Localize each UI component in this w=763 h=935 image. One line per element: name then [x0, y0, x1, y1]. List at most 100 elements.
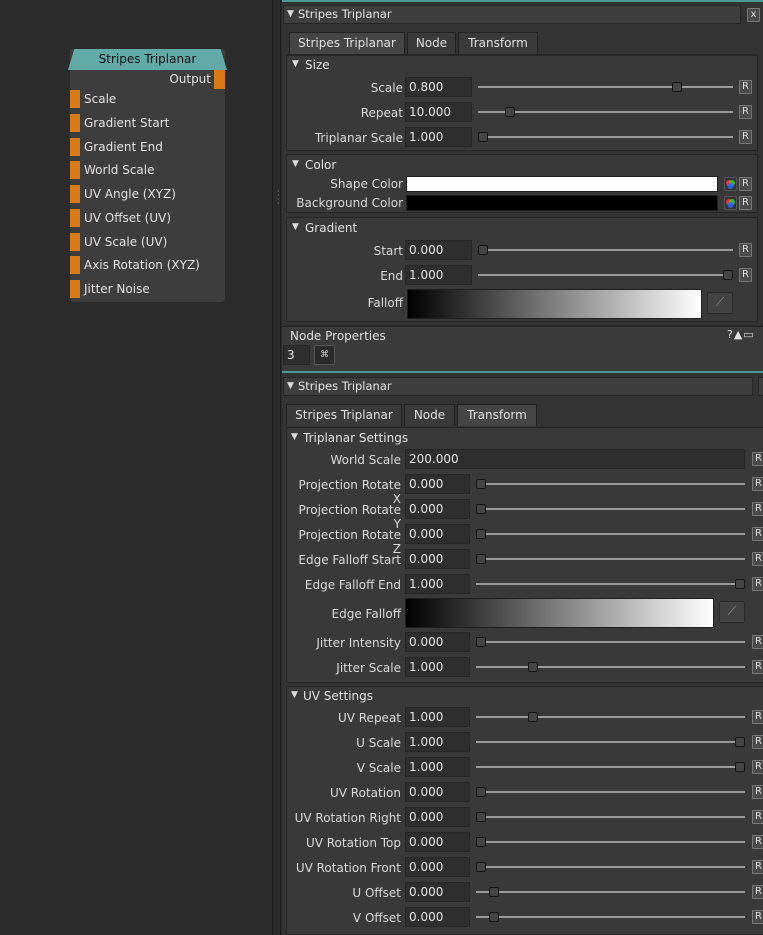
slider-handle[interactable]: [476, 812, 486, 822]
slider-track[interactable]: [476, 508, 745, 510]
slider-track[interactable]: [476, 791, 745, 793]
color-collapse-icon[interactable]: ▼: [292, 159, 299, 169]
slider-track[interactable]: [478, 86, 733, 88]
slider-handle[interactable]: [489, 912, 499, 922]
slider-handle[interactable]: [735, 737, 745, 747]
slider-handle[interactable]: [735, 762, 745, 772]
reset-button[interactable]: R: [752, 527, 763, 541]
world-scale-field[interactable]: 200.000: [405, 449, 745, 469]
input-port[interactable]: [70, 90, 80, 108]
reset-button[interactable]: R: [739, 130, 752, 144]
value-field[interactable]: 0.000: [405, 807, 470, 827]
uv-collapse-icon[interactable]: ▼: [291, 690, 298, 700]
reset-button[interactable]: R: [752, 885, 763, 899]
slider-handle[interactable]: [476, 529, 486, 539]
reset-button[interactable]: R: [752, 785, 763, 799]
slider-handle[interactable]: [723, 270, 733, 280]
tab-2[interactable]: Transform: [458, 32, 538, 54]
gradient-collapse-icon[interactable]: ▼: [292, 222, 299, 232]
tab-2[interactable]: Transform: [457, 404, 537, 426]
slider-track[interactable]: [476, 533, 745, 535]
slider-handle[interactable]: [476, 554, 486, 564]
input-port[interactable]: [70, 232, 80, 251]
bottom-panel-header[interactable]: ▼ Stripes Triplanar: [283, 377, 753, 396]
slider-track[interactable]: [478, 111, 733, 113]
slider-track[interactable]: [476, 483, 745, 485]
curve-edit-icon[interactable]: ⟋: [707, 292, 733, 314]
value-field[interactable]: 0.000: [405, 549, 470, 569]
reset-button[interactable]: R: [752, 910, 763, 924]
reset-button[interactable]: R: [752, 735, 763, 749]
reset-button[interactable]: R: [752, 660, 763, 674]
slider-handle[interactable]: [476, 862, 486, 872]
value-field[interactable]: 1.000: [405, 574, 470, 594]
reset-button[interactable]: R: [739, 177, 752, 191]
curve-edit-icon[interactable]: ⟋: [719, 601, 745, 623]
node-title[interactable]: Stripes Triplanar: [68, 49, 227, 70]
value-field[interactable]: 0.000: [405, 524, 470, 544]
value-field[interactable]: 0.800: [405, 77, 472, 97]
input-port[interactable]: [70, 137, 80, 156]
tab-1[interactable]: Node: [407, 32, 456, 54]
reset-button[interactable]: R: [739, 196, 752, 210]
pin-icon[interactable]: ⌘: [314, 345, 335, 365]
value-field[interactable]: 1.000: [405, 657, 470, 677]
reset-button[interactable]: R: [752, 452, 763, 466]
slider-track[interactable]: [476, 866, 745, 868]
input-port[interactable]: [70, 113, 80, 132]
slider-handle[interactable]: [528, 662, 538, 672]
reset-button[interactable]: R: [739, 80, 752, 94]
reset-button[interactable]: R: [752, 810, 763, 824]
slider-track[interactable]: [478, 274, 733, 276]
size-collapse-icon[interactable]: ▼: [292, 59, 299, 69]
slider-track[interactable]: [476, 816, 745, 818]
slider-handle[interactable]: [528, 712, 538, 722]
collapse-icon[interactable]: ▼: [287, 378, 294, 395]
slider-track[interactable]: [476, 641, 745, 643]
value-field[interactable]: 0.000: [405, 832, 470, 852]
value-field[interactable]: 0.000: [405, 474, 470, 494]
value-field[interactable]: 1.000: [405, 732, 470, 752]
input-port[interactable]: [70, 280, 80, 298]
panel-controls-icon[interactable]: ?▲▭: [727, 328, 755, 341]
input-port[interactable]: [70, 256, 80, 275]
node-index-field[interactable]: 3: [283, 345, 310, 365]
slider-handle[interactable]: [476, 637, 486, 647]
close-button[interactable]: x: [747, 8, 760, 22]
reset-button[interactable]: R: [752, 835, 763, 849]
color-picker-icon[interactable]: [724, 196, 737, 210]
slider-handle[interactable]: [489, 887, 499, 897]
value-field[interactable]: 1.000: [405, 757, 470, 777]
slider-track[interactable]: [478, 249, 733, 251]
slider-track[interactable]: [476, 766, 745, 768]
value-field[interactable]: 1.000: [405, 265, 472, 285]
input-port[interactable]: [70, 161, 80, 180]
color-swatch[interactable]: [406, 176, 718, 192]
input-port[interactable]: [70, 208, 80, 227]
collapse-icon[interactable]: ▼: [287, 6, 294, 23]
slider-track[interactable]: [476, 716, 745, 718]
slider-handle[interactable]: [476, 837, 486, 847]
reset-button[interactable]: R: [739, 105, 752, 119]
edge-falloff-gradient[interactable]: [405, 598, 714, 628]
reset-button[interactable]: R: [752, 860, 763, 874]
slider-handle[interactable]: [505, 107, 515, 117]
value-field[interactable]: 0.000: [405, 882, 470, 902]
reset-button[interactable]: R: [752, 502, 763, 516]
triplanar-collapse-icon[interactable]: ▼: [291, 432, 298, 442]
value-field[interactable]: 0.000: [405, 240, 472, 260]
slider-handle[interactable]: [478, 132, 488, 142]
value-field[interactable]: 0.000: [405, 782, 470, 802]
slider-handle[interactable]: [478, 245, 488, 255]
slider-track[interactable]: [476, 916, 745, 918]
slider-handle[interactable]: [476, 479, 486, 489]
node-stripes-triplanar[interactable]: Stripes Triplanar Output Scale Gradient S…: [68, 49, 227, 302]
reset-button[interactable]: R: [752, 710, 763, 724]
slider-track[interactable]: [476, 841, 745, 843]
slider-handle[interactable]: [735, 579, 745, 589]
top-panel-header[interactable]: ▼ Stripes Triplanar: [283, 5, 741, 24]
tab-0[interactable]: Stripes Triplanar: [286, 404, 402, 426]
slider-track[interactable]: [478, 136, 733, 138]
slider-handle[interactable]: [672, 82, 682, 92]
panel-splitter[interactable]: [272, 0, 281, 935]
